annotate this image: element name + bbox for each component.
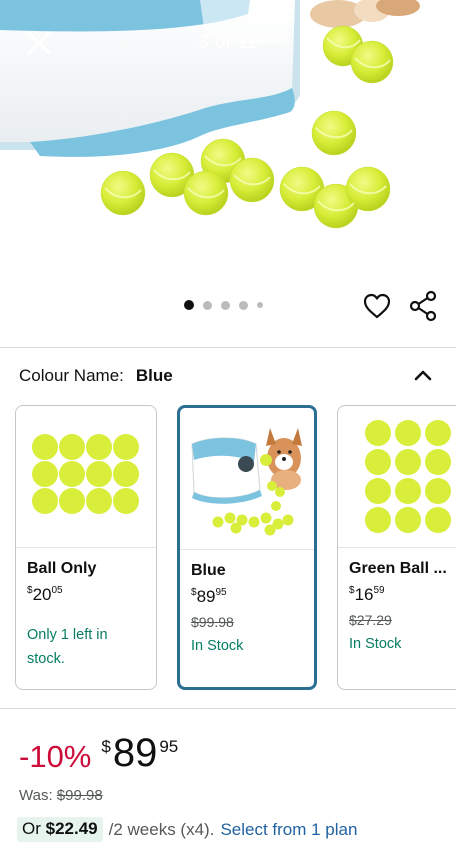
variant-name: Green Ball ... [349, 560, 447, 577]
stock-status: Only 1 left in stock. [27, 627, 108, 667]
price-whole: 89 [196, 587, 216, 606]
variant-image [16, 406, 156, 548]
variant-card-blue[interactable]: Blue $8995 $99.98 In Stock [177, 405, 317, 690]
installment-badge: Or $22.49 [17, 817, 103, 842]
variant-name: Blue [191, 562, 226, 579]
price-fraction: 95 [215, 586, 227, 598]
price-summary: -10% $ 89 95 Was: $99.98 Or $22.49 /2 we… [0, 708, 456, 854]
image-pagination-dots[interactable] [184, 300, 263, 310]
variant-price: $1659 [349, 585, 456, 605]
price-whole: 16 [354, 585, 374, 604]
product-image-gallery[interactable]: 3 of 11 [0, 0, 456, 348]
price-whole: 89 [112, 731, 158, 775]
variant-carousel[interactable]: Ball Only $2005 Only 1 left in stock. Bl… [15, 405, 456, 691]
balls-grid-image [365, 420, 451, 533]
variant-price: $8995 [191, 587, 303, 607]
variant-image [338, 406, 456, 548]
heart-icon[interactable] [362, 291, 392, 321]
pagination-dot[interactable] [239, 300, 248, 310]
price-whole: 20 [32, 585, 52, 604]
variant-card-green-ball[interactable]: Green Ball ... $1659 $27.29 In Stock [337, 405, 456, 690]
discount-percent: -10% [19, 739, 92, 774]
variant-was-price: $99.98 [191, 614, 234, 630]
installment-term: /2 weeks (x4). [108, 819, 215, 839]
pagination-dot[interactable] [221, 300, 230, 310]
balls-grid-image [32, 434, 139, 514]
installment-amount: $22.49 [45, 819, 98, 838]
installment-prefix: Or [22, 819, 41, 838]
pagination-dot[interactable] [184, 300, 194, 310]
installment-plan: Or $22.49 /2 weeks (x4). Select from 1 p… [17, 817, 357, 842]
variant-price: $2005 [27, 585, 145, 605]
price-symbol: $ [191, 586, 197, 598]
chevron-up-icon[interactable] [410, 363, 436, 387]
pagination-dot[interactable] [203, 300, 212, 310]
colour-selector-header[interactable]: Colour Name: Blue [0, 349, 456, 403]
stock-status: In Stock [191, 638, 244, 654]
machine-with-dog-image [191, 428, 302, 536]
price-symbol: $ [349, 584, 355, 596]
main-price: -10% $ 89 95 [19, 731, 178, 776]
was-price-line: Was: $99.98 [19, 787, 103, 804]
was-price: $99.98 [56, 787, 103, 804]
colour-value: Blue [135, 366, 173, 385]
variant-card-ball-only[interactable]: Ball Only $2005 Only 1 left in stock. [15, 405, 157, 690]
share-icon[interactable] [408, 290, 438, 322]
stock-status: In Stock [349, 636, 402, 652]
variant-was-price: $27.29 [349, 612, 392, 628]
price-fraction: 59 [373, 584, 385, 596]
variant-name: Ball Only [27, 560, 97, 577]
was-label: Was: [19, 787, 53, 804]
price-symbol: $ [27, 584, 33, 596]
image-counter: 3 of 11 [197, 32, 259, 53]
colour-label: Colour Name: [19, 366, 124, 385]
pagination-dot[interactable] [257, 302, 263, 308]
price-fraction: 95 [159, 737, 179, 756]
select-plan-link[interactable]: Select from 1 plan [220, 820, 357, 840]
variant-image [180, 408, 314, 550]
price-symbol: $ [101, 737, 111, 756]
price-fraction: 05 [51, 584, 63, 596]
